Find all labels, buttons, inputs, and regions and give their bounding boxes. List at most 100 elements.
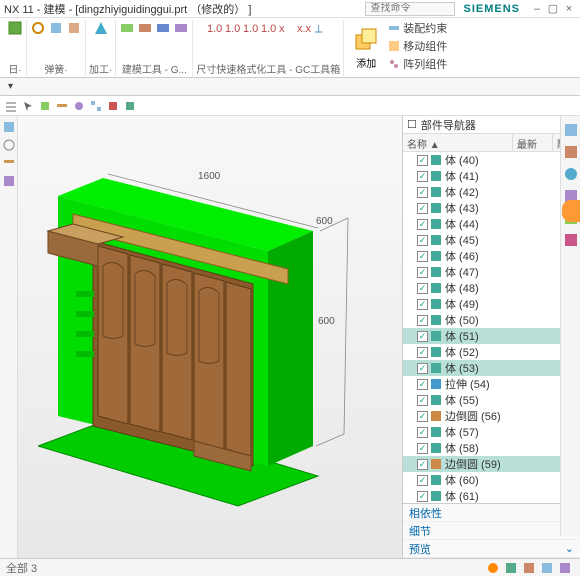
status-icon[interactable] [540, 561, 554, 575]
tree-row[interactable]: ✓体 (48)✓ [403, 280, 580, 296]
dim-icon[interactable]: 1.0 [242, 20, 258, 36]
ribbon-icon[interactable] [137, 20, 153, 36]
tree-row[interactable]: ✓边倒圆 (56)✓ [403, 408, 580, 424]
feature-icon [430, 282, 442, 294]
checkbox-icon[interactable]: ✓ [417, 331, 428, 342]
checkbox-icon[interactable]: ✓ [417, 475, 428, 486]
command-search-input[interactable] [365, 2, 455, 16]
spring-icon[interactable] [30, 20, 46, 36]
box-icon[interactable] [38, 99, 52, 113]
tree-row[interactable]: ✓体 (55)✓ [403, 392, 580, 408]
snap-status-icon[interactable] [486, 561, 500, 575]
move-comp-option[interactable]: 移动组件 [388, 38, 447, 54]
status-icon[interactable] [504, 561, 518, 575]
checkbox-icon[interactable]: ✓ [417, 235, 428, 246]
col-latest[interactable]: 最新 [513, 134, 553, 151]
status-icon[interactable] [558, 561, 572, 575]
resource-icon[interactable] [563, 122, 579, 138]
resource-icon[interactable] [563, 144, 579, 160]
checkbox-icon[interactable]: ✓ [417, 267, 428, 278]
checkbox-icon[interactable]: ✓ [417, 187, 428, 198]
tree-row[interactable]: ✓体 (53)✓ [403, 360, 580, 376]
ribbon-icon[interactable] [93, 20, 109, 36]
col-name[interactable]: 名称 ▲ [403, 134, 513, 151]
close-button[interactable]: × [562, 2, 576, 16]
checkbox-icon[interactable]: ✓ [417, 203, 428, 214]
tree-row[interactable]: ✓体 (58)✓ [403, 440, 580, 456]
checkbox-icon[interactable]: ✓ [417, 171, 428, 182]
dim-icon[interactable]: 1.0 [260, 20, 276, 36]
tree-row[interactable]: ✓拉伸 (54)✓ [403, 376, 580, 392]
tree-row[interactable]: ✓体 (46)✓ [403, 248, 580, 264]
checkbox-icon[interactable]: ✓ [417, 219, 428, 230]
tree-row[interactable]: ✓体 (57)✓ [403, 424, 580, 440]
pattern-comp-option[interactable]: 阵列组件 [388, 56, 447, 72]
tree-row[interactable]: ✓体 (45)✓ [403, 232, 580, 248]
checkbox-icon[interactable]: ✓ [417, 363, 428, 374]
dim-icon[interactable]: 1.0 [224, 20, 240, 36]
left-rail [0, 116, 18, 558]
checkbox-icon[interactable]: ✓ [417, 155, 428, 166]
nav-section-preview[interactable]: 预览⌄ [403, 540, 580, 558]
checkbox-icon[interactable]: ✓ [417, 251, 428, 262]
dim-icon[interactable]: ⟂ [314, 20, 330, 36]
status-icon[interactable] [522, 561, 536, 575]
tree-row[interactable]: ✓体 (49)✓ [403, 296, 580, 312]
ribbon-icon[interactable] [155, 20, 171, 36]
ribbon-tab[interactable]: ▾ [4, 81, 17, 92]
resource-bar-handle[interactable] [562, 200, 580, 222]
checkbox-icon[interactable]: ✓ [417, 427, 428, 438]
ribbon-icon[interactable] [119, 20, 135, 36]
tree-row[interactable]: ✓体 (60)✓ [403, 472, 580, 488]
add-component-icon[interactable] [352, 25, 380, 53]
tree-row[interactable]: ✓体 (42)✓ [403, 184, 580, 200]
resource-icon[interactable] [563, 166, 579, 182]
tree-row[interactable]: ✓边倒圆 (59)✓ [403, 456, 580, 472]
history-icon[interactable] [2, 138, 16, 152]
ribbon-icon[interactable] [48, 20, 64, 36]
tree-row[interactable]: ✓体 (41)✓ [403, 168, 580, 184]
checkbox-icon[interactable]: ✓ [417, 443, 428, 454]
dim-icon[interactable]: 1.0 [206, 20, 222, 36]
ribbon-icon[interactable] [66, 20, 82, 36]
tool-icon[interactable] [72, 99, 86, 113]
select-icon[interactable] [21, 99, 35, 113]
menu-icon[interactable] [4, 99, 18, 113]
nav-section-details[interactable]: 细节⌄ [403, 522, 580, 540]
checkbox-icon[interactable]: ✓ [417, 299, 428, 310]
dim-icon[interactable]: x.x [296, 20, 312, 36]
navigator-tree[interactable]: ✓体 (40)✓✓体 (41)✓✓体 (42)✓✓体 (43)✓✓体 (44)✓… [403, 152, 580, 503]
ribbon-icon[interactable] [7, 20, 23, 36]
checkbox-icon[interactable]: ✓ [417, 315, 428, 326]
checkbox-icon[interactable]: ✓ [417, 347, 428, 358]
grid-icon[interactable] [89, 99, 103, 113]
checkbox-icon[interactable]: ✓ [417, 283, 428, 294]
tree-row[interactable]: ✓体 (52)✓ [403, 344, 580, 360]
tree-row[interactable]: ✓体 (51)✓ [403, 328, 580, 344]
tree-row[interactable]: ✓体 (43)✓ [403, 200, 580, 216]
minimize-button[interactable]: – [530, 2, 544, 16]
color-icon[interactable] [106, 99, 120, 113]
tree-row[interactable]: ✓体 (50)✓ [403, 312, 580, 328]
tree-row[interactable]: ✓体 (61)✓ [403, 488, 580, 503]
dim-icon[interactable]: x [278, 20, 294, 36]
3d-viewport[interactable]: 1600 600 600 [18, 116, 402, 558]
resource-icon[interactable] [563, 232, 579, 248]
constraint-option[interactable]: 装配约束 [388, 20, 447, 36]
navigator-icon[interactable] [2, 120, 16, 134]
checkbox-icon[interactable]: ✓ [417, 411, 428, 422]
ribbon-icon[interactable] [173, 20, 189, 36]
tree-row[interactable]: ✓体 (47)✓ [403, 264, 580, 280]
roles-icon[interactable] [2, 174, 16, 188]
checkbox-icon[interactable]: ✓ [417, 491, 428, 502]
checkbox-icon[interactable]: ✓ [417, 395, 428, 406]
nav-section-deps[interactable]: 相依性⌄ [403, 504, 580, 522]
restore-button[interactable]: ▢ [546, 2, 560, 16]
checkbox-icon[interactable]: ✓ [417, 459, 428, 470]
snap-icon[interactable] [123, 99, 137, 113]
tree-row[interactable]: ✓体 (44)✓ [403, 216, 580, 232]
layers-icon[interactable] [2, 156, 16, 170]
checkbox-icon[interactable]: ✓ [417, 379, 428, 390]
tree-row[interactable]: ✓体 (40)✓ [403, 152, 580, 168]
layer-icon[interactable] [55, 99, 69, 113]
